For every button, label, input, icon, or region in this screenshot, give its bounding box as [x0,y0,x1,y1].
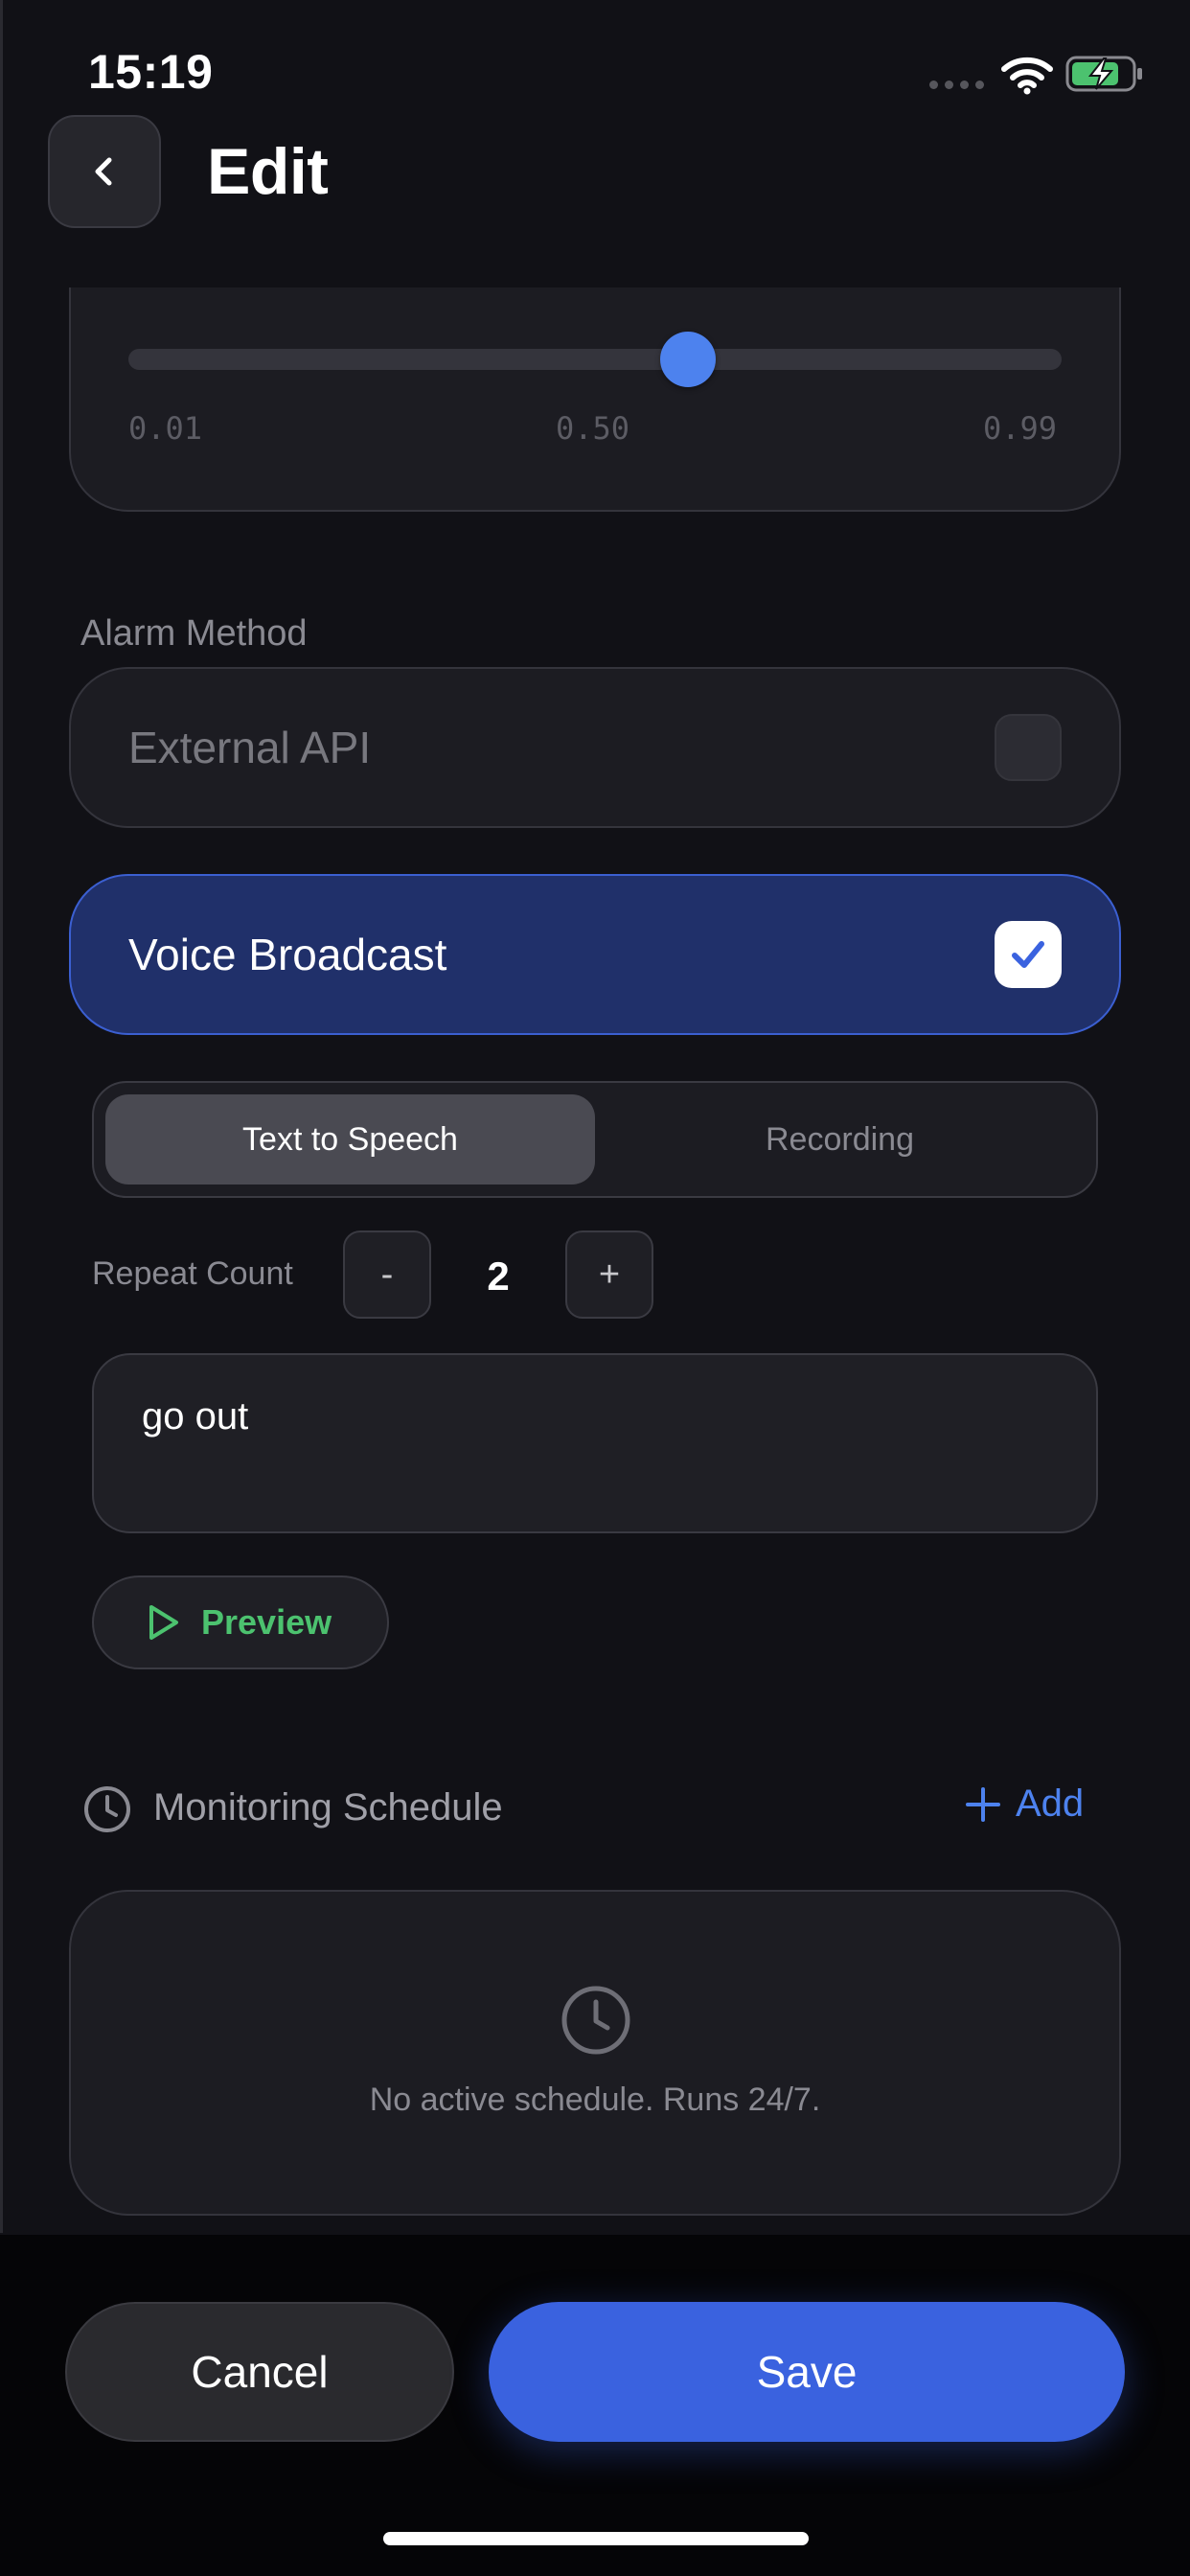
save-button[interactable]: Save [489,2302,1125,2442]
page-title: Edit [207,135,329,208]
threshold-slider-thumb[interactable] [660,332,717,387]
back-button[interactable] [48,115,161,228]
monitoring-schedule-title: Monitoring Schedule [153,1786,503,1828]
clock-icon [561,1986,630,2055]
external-api-checkbox[interactable] [995,714,1062,781]
wifi-icon [1001,57,1053,95]
add-label: Add [1016,1782,1085,1825]
home-indicator [383,2532,809,2545]
clock-icon [84,1786,130,1832]
battery-charging-icon [1065,56,1142,92]
status-time: 15:19 [88,45,214,99]
plus-icon [966,1786,1000,1822]
slider-mid-label: 0.50 [556,410,630,447]
preview-button[interactable]: Preview [92,1576,389,1669]
option-voice-broadcast[interactable]: Voice Broadcast [69,874,1121,1035]
slider-min-label: 0.01 [128,410,203,447]
decrement-button[interactable]: - [343,1230,431,1319]
option-label: Voice Broadcast [128,930,447,979]
cellular-signal-icon [929,80,984,89]
repeat-count-label: Repeat Count [92,1255,293,1292]
threshold-card [69,288,1121,512]
tab-recording[interactable]: Recording [595,1094,1085,1184]
schedule-empty-text: No active schedule. Runs 24/7. [369,2082,821,2118]
checkmark-icon [1012,941,1044,968]
option-label: External API [128,723,372,772]
tab-text-to-speech[interactable]: Text to Speech [105,1094,595,1184]
repeat-count-value: 2 [487,1254,510,1299]
broadcast-text-input[interactable]: go out [92,1353,1098,1533]
play-icon [149,1605,178,1640]
threshold-slider-track[interactable] [128,349,1062,370]
preview-label: Preview [201,1602,332,1642]
alarm-method-label: Alarm Method [80,613,308,654]
increment-button[interactable]: + [565,1230,653,1319]
add-schedule-button[interactable]: Add [964,1782,1084,1826]
frame-edge [0,0,3,2233]
cancel-button[interactable]: Cancel [65,2302,454,2442]
option-external-api[interactable]: External API [69,667,1121,828]
chevron-left-icon [95,157,112,186]
voice-mode-segmented-control: Text to Speech Recording [92,1081,1098,1198]
slider-max-label: 0.99 [983,410,1058,447]
voice-broadcast-checkbox[interactable] [995,921,1062,988]
